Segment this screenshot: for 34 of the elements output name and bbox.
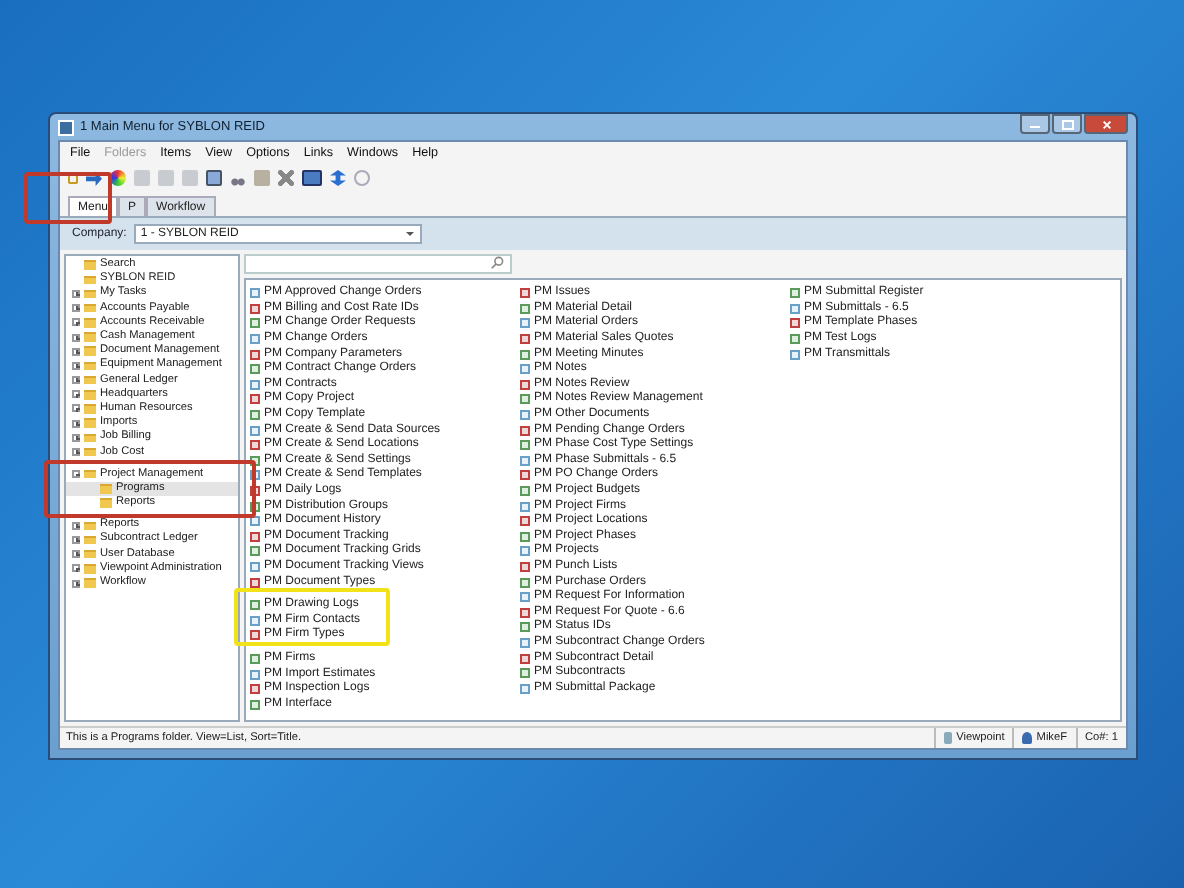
- copy-icon[interactable]: [206, 170, 222, 186]
- expander-icon[interactable]: [72, 448, 80, 457]
- expander-icon[interactable]: [72, 347, 80, 356]
- expander-icon[interactable]: [72, 376, 80, 385]
- search-icon: [490, 256, 504, 270]
- maximize-button[interactable]: [1052, 114, 1082, 134]
- expander-icon[interactable]: [72, 521, 80, 530]
- close-button[interactable]: [1084, 114, 1128, 134]
- expander-icon[interactable]: [72, 579, 80, 588]
- search-field[interactable]: [244, 254, 512, 274]
- expander-icon[interactable]: [72, 304, 80, 313]
- window-icon[interactable]: [302, 170, 322, 186]
- expander-icon[interactable]: [72, 535, 80, 544]
- expander-icon[interactable]: [72, 564, 80, 573]
- close-icon: [1101, 119, 1111, 129]
- expander-icon[interactable]: [72, 550, 80, 559]
- caret-icon: [406, 232, 415, 240]
- expander-icon[interactable]: [72, 470, 80, 479]
- database-icon: [944, 732, 953, 744]
- expander-icon[interactable]: [72, 361, 80, 370]
- color-wheel-icon[interactable]: [110, 170, 126, 186]
- expander-icon[interactable]: [72, 433, 80, 442]
- expander-icon[interactable]: [72, 289, 80, 298]
- expander-icon[interactable]: [72, 333, 80, 342]
- sort-icon[interactable]: [330, 170, 346, 186]
- expander-icon[interactable]: [72, 318, 80, 327]
- expander-icon[interactable]: [72, 390, 80, 399]
- minimize-button[interactable]: [1020, 114, 1050, 134]
- user-icon: [1022, 732, 1033, 744]
- lock-icon[interactable]: [68, 172, 78, 184]
- expander-icon[interactable]: [72, 404, 80, 413]
- delete-icon[interactable]: [278, 170, 294, 186]
- app-icon: [58, 119, 74, 135]
- expander-icon[interactable]: [72, 419, 80, 428]
